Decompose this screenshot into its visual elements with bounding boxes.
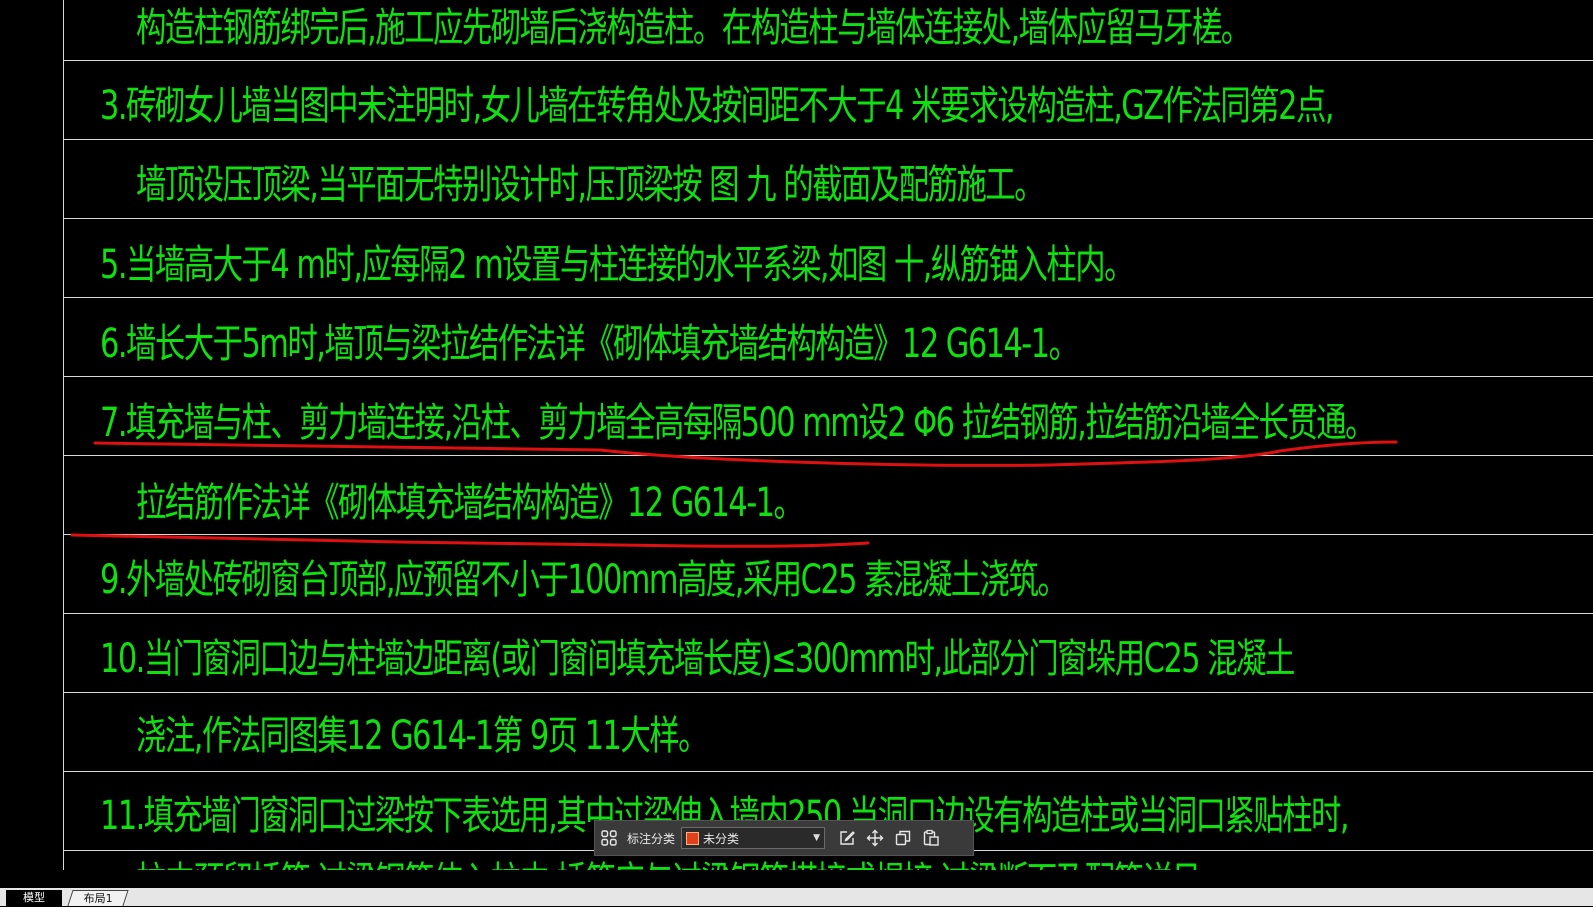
underline-stroke	[70, 533, 870, 548]
text-line: 3.砖砌女儿墙当图中未注明时,女儿墙在转角处及按间距不大于4 米要求设构造柱,G…	[100, 83, 1334, 129]
copy-icon[interactable]	[889, 824, 917, 852]
table-border-left	[63, 0, 64, 888]
text-line: 9.外墙处砖砌窗台顶部,应预留不小于100mm高度,采用C25 素混凝土浇筑。	[100, 557, 1068, 603]
text-line: 7.填充墙与柱、剪力墙连接,沿柱、剪力墙全高每隔500 mm设2 Φ6 拉结钢筋…	[100, 400, 1376, 446]
table-row-divider	[63, 218, 1593, 219]
annotation-toolbar: 标注分类 未分类 ▼	[594, 820, 974, 856]
table-row-divider	[63, 771, 1593, 772]
table-row-divider	[63, 455, 1593, 456]
edit-icon[interactable]	[833, 824, 861, 852]
tab-layout-1-label: 布局1	[83, 892, 113, 905]
text-line: 6.墙长大于5m时,墙顶与梁拉结作法详《砌体填充墙结构构造》12 G614-1。	[100, 321, 1079, 367]
text-line: 拉结筋作法详《砌体填充墙结构构造》12 G614-1。	[136, 480, 804, 526]
grid-icon[interactable]	[595, 824, 623, 852]
category-label: 标注分类	[627, 831, 676, 846]
layout-tab-bar: 模型 布局1	[0, 870, 1593, 906]
chevron-down-icon: ▼	[813, 833, 821, 843]
table-row-divider	[63, 534, 1593, 535]
table-row-divider	[63, 297, 1593, 298]
text-line: 10.当门窗洞口边与柱墙边距离(或门窗间填充墙长度)≤300mm时,此部分门窗垛…	[100, 636, 1295, 682]
text-line: 浇注,作法同图集12 G614-1第 9页 11大样。	[136, 713, 709, 759]
drawing-canvas[interactable]: 构造柱钢筋绑完后,施工应先砌墙后浇构造柱。在构造柱与墙体连接处,墙体应留马牙槎。…	[0, 0, 1593, 888]
category-dropdown[interactable]: 未分类 ▼	[681, 827, 826, 849]
category-color-swatch	[686, 831, 700, 845]
table-row-divider	[63, 613, 1593, 614]
text-line: 墙顶设压顶梁,当平面无特别设计时,压顶梁按 图 九 的截面及配筋施工。	[136, 162, 1045, 208]
table-row-divider	[63, 60, 1593, 61]
text-line: 构造柱钢筋绑完后,施工应先砌墙后浇构造柱。在构造柱与墙体连接处,墙体应留马牙槎。	[136, 5, 1251, 51]
table-row-divider	[63, 376, 1593, 377]
category-selected-value: 未分类	[703, 831, 740, 846]
table-row-divider	[63, 139, 1593, 140]
paste-icon[interactable]	[917, 824, 945, 852]
move-icon[interactable]	[861, 824, 889, 852]
tab-model[interactable]: 模型	[6, 890, 62, 906]
tab-layout-1[interactable]: 布局1	[67, 890, 129, 906]
table-row-divider	[63, 692, 1593, 693]
text-line: 5.当墙高大于4 m时,应每隔2 m设置与柱连接的水平系梁,如图 十,纵筋锚入柱…	[100, 242, 1135, 288]
tab-strip: 模型 布局1	[0, 888, 1593, 906]
